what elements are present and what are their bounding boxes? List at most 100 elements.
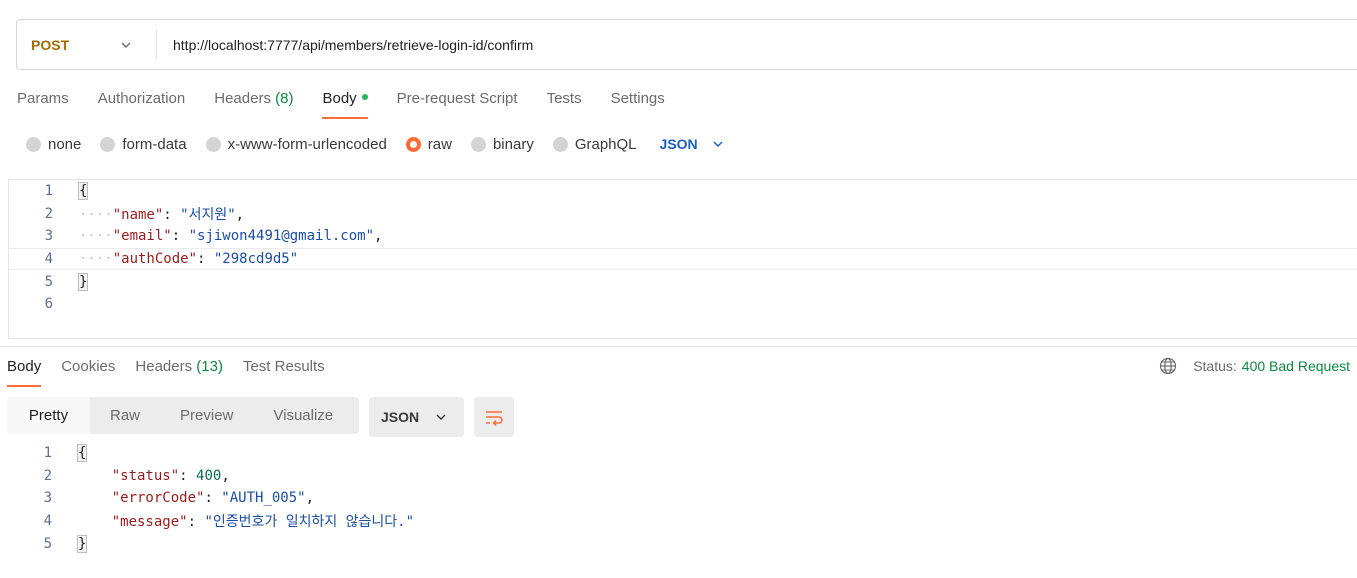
radio-raw[interactable]: raw [405, 135, 452, 153]
line-number: 6 [44, 296, 53, 313]
json-value: "298cd9d5" [213, 251, 299, 268]
radio-label: raw [427, 135, 452, 153]
tab-body[interactable]: Body [322, 88, 368, 119]
tab-label: Settings [610, 90, 665, 107]
tab-test-results[interactable]: Test Results [243, 356, 325, 386]
code-line: 3 "errorCode": "AUTH_005", [8, 487, 1357, 510]
json-value: "서지원" [180, 206, 236, 223]
radio-circle-icon [552, 136, 568, 152]
view-mode-selector: Pretty Raw Preview Visualize [7, 397, 359, 434]
tab-label: Authorization [97, 90, 186, 107]
line-number: 1 [43, 445, 52, 462]
json-value: 400 [196, 467, 222, 484]
tab-params[interactable]: Params [17, 88, 69, 118]
raw-format-select[interactable]: JSON [660, 136, 724, 152]
json-key: "email" [112, 228, 172, 245]
chevron-down-icon [713, 141, 723, 148]
line-number: 5 [43, 535, 52, 552]
tab-label: Cookies [61, 358, 116, 375]
wrap-lines-button[interactable] [474, 397, 514, 437]
radio-label: form-data [122, 135, 187, 153]
code-line: 4 "message": "인증번호가 일치하지 않습니다." [8, 510, 1357, 533]
status-value: 400 Bad Request [1241, 358, 1350, 374]
radio-form-data[interactable]: form-data [100, 135, 187, 153]
raw-format-label: JSON [659, 136, 698, 152]
tab-tests[interactable]: Tests [547, 88, 582, 118]
tab-response-headers[interactable]: Headers (13) [135, 356, 223, 386]
radio-circle-icon [205, 136, 221, 152]
tab-label: Tests [546, 90, 582, 107]
tab-label: Pre-request Script [396, 90, 518, 107]
line-number: 4 [44, 251, 53, 268]
radio-graphql[interactable]: GraphQL [552, 135, 637, 153]
code-line: 2 "status": 400, [8, 465, 1357, 488]
url-input[interactable]: http://localhost:7777/api/members/retrie… [157, 37, 533, 53]
line-number: 2 [44, 205, 53, 222]
chevron-down-icon [121, 42, 131, 48]
json-key: "status" [111, 467, 180, 484]
code-line: 3 ····"email": "sjiwon4491@gmail.com", [9, 225, 1357, 248]
code-line: 5} [9, 270, 1357, 293]
line-number: 2 [43, 467, 52, 484]
line-number: 3 [44, 228, 53, 245]
tab-response-body[interactable]: Body [7, 356, 42, 387]
line-number: 5 [44, 273, 53, 290]
tab-settings[interactable]: Settings [611, 88, 665, 118]
headers-count: (8) [275, 90, 294, 107]
tab-label: Body [322, 90, 357, 107]
radio-circle-icon [26, 136, 41, 152]
radio-x-www-form-urlencoded[interactable]: x-www-form-urlencoded [205, 135, 387, 153]
close-brace: } [77, 272, 89, 291]
response-format-label: JSON [381, 409, 420, 425]
radio-selected-icon [405, 136, 421, 152]
open-brace: { [76, 444, 88, 463]
radio-none[interactable]: none [26, 136, 81, 153]
url-bar: POST http://localhost:7777/api/members/r… [16, 19, 1357, 70]
response-tabs: Body Cookies Headers (13) Test Results [7, 356, 345, 387]
view-raw[interactable]: Raw [90, 397, 160, 434]
radio-circle-icon [100, 136, 116, 152]
json-value: "sjiwon4491@gmail.com" [188, 228, 375, 245]
radio-label: GraphQL [574, 135, 637, 153]
wrap-lines-icon [486, 411, 503, 426]
radio-binary[interactable]: binary [470, 136, 534, 153]
tab-pre-request-script[interactable]: Pre-request Script [397, 88, 518, 118]
response-body-viewer: 1{ 2 "status": 400, 3 "errorCode": "AUTH… [8, 442, 1357, 562]
json-value: "AUTH_005" [221, 490, 306, 507]
tab-label: Headers [214, 90, 271, 107]
modified-dot-icon [361, 94, 368, 100]
request-tabs: Params Authorization Headers (8) Body Pr… [17, 88, 694, 119]
request-body-editor[interactable]: 1{ 2 ····"name": "서지원", 3 ····"email": "sj… [8, 179, 1357, 339]
view-pretty[interactable]: Pretty [7, 397, 90, 434]
json-key: "errorCode" [111, 490, 205, 507]
json-key: "authCode" [112, 251, 198, 268]
radio-label: none [48, 135, 82, 153]
view-visualize[interactable]: Visualize [253, 397, 353, 434]
tab-label: Headers [135, 358, 193, 375]
divider [0, 346, 1357, 347]
response-status: Status: 400 Bad Request [1159, 357, 1350, 375]
comma: , [221, 467, 230, 484]
comma: , [374, 228, 383, 245]
method-select[interactable]: POST [17, 20, 156, 69]
radio-circle-icon [470, 136, 486, 152]
method-label: POST [31, 36, 70, 53]
json-key: "name" [112, 206, 164, 223]
open-brace: { [77, 182, 89, 201]
line-number: 1 [44, 183, 53, 200]
tab-authorization[interactable]: Authorization [98, 88, 186, 118]
status-label: Status: [1193, 358, 1237, 374]
radio-label: x-www-form-urlencoded [227, 135, 387, 153]
code-line: 1{ [8, 442, 1357, 465]
tab-headers[interactable]: Headers (8) [214, 88, 293, 118]
globe-icon[interactable] [1159, 357, 1177, 375]
code-line: 6 [9, 293, 1357, 316]
tab-label: Body [7, 358, 42, 375]
chevron-down-icon [436, 414, 446, 420]
code-line-current: 4 ····"authCode": "298cd9d5" [9, 247, 1357, 271]
view-preview[interactable]: Preview [160, 397, 253, 434]
json-key: "message" [111, 514, 188, 531]
tab-cookies[interactable]: Cookies [61, 356, 115, 386]
comma: , [305, 490, 315, 507]
response-format-select[interactable]: JSON [369, 397, 464, 437]
